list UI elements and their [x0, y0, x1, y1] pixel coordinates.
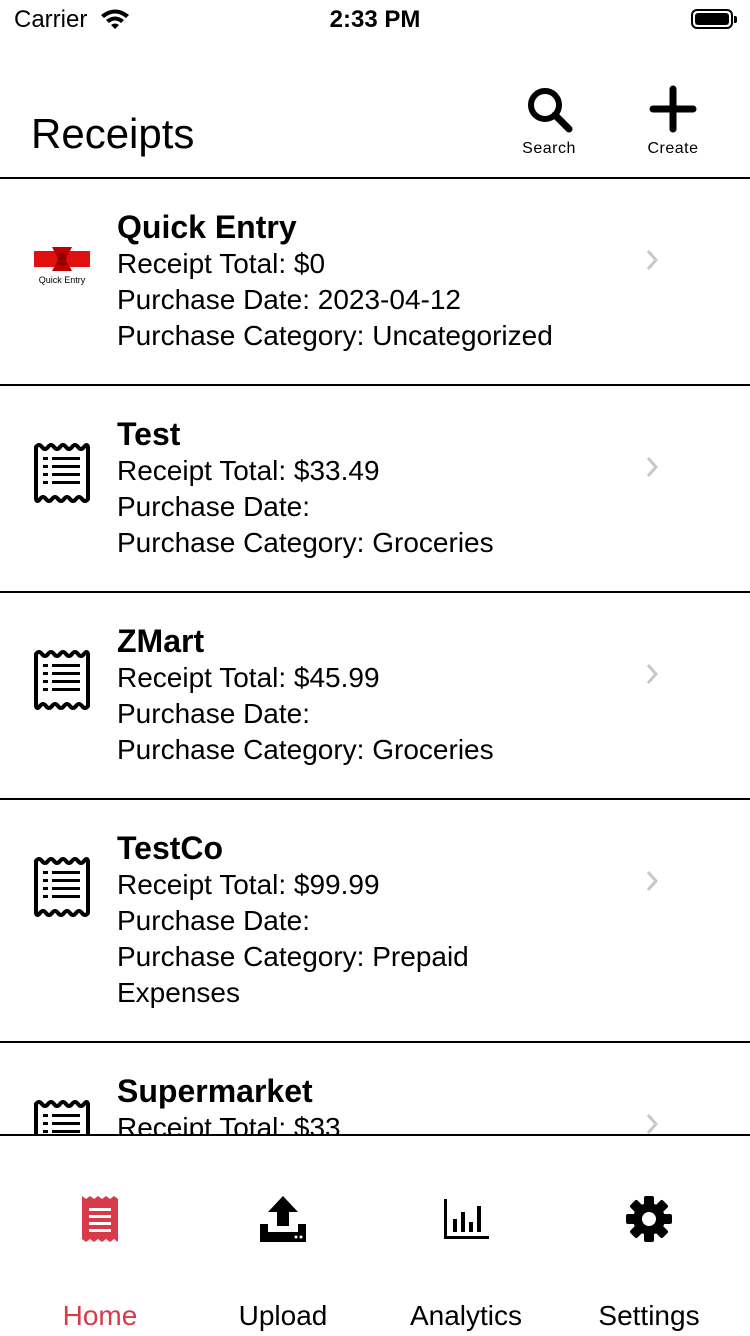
purchase-category: Purchase Category: Groceries [117, 734, 494, 765]
receipt-icon [6, 1194, 194, 1244]
tab-home-label: Home [62, 1300, 138, 1331]
receipt-name: ZMart [117, 623, 205, 659]
gear-icon [555, 1194, 743, 1244]
search-icon [504, 84, 594, 134]
chevron-right-icon [646, 871, 659, 891]
receipt-icon [34, 1100, 90, 1135]
receipt-total: Receipt Total: $33.49 [117, 455, 380, 486]
create-label: Create [647, 140, 699, 157]
search-button[interactable]: Search [504, 84, 594, 164]
receipt-row-zmart[interactable]: ZMart Receipt Total: $45.99 Purchase Dat… [0, 593, 750, 800]
receipt-total: Receipt Total: $45.99 [117, 662, 380, 693]
purchase-category: Purchase Category: Groceries [117, 527, 494, 558]
receipt-total: Receipt Total: $33 [117, 1112, 341, 1135]
chevron-right-icon [646, 1114, 659, 1134]
tab-upload-label: Upload [238, 1300, 328, 1331]
navigation-bar: Receipts Search Create [0, 44, 750, 179]
tab-settings[interactable]: Settings [555, 1136, 743, 1336]
clock: 2:33 PM [329, 6, 421, 33]
page-title: Receipts [31, 110, 195, 157]
receipt-row-supermarket[interactable]: Supermarket Receipt Total: $33 [0, 1043, 750, 1135]
purchase-category: Purchase Category: Prepaid Expenses [117, 941, 469, 1008]
search-label: Search [522, 140, 576, 157]
tab-home[interactable]: Home [6, 1136, 194, 1336]
receipt-list[interactable]: Quick Entry Quick Entry Receipt Total: $… [0, 179, 750, 1135]
receipt-row-testco[interactable]: TestCo Receipt Total: $99.99 Purchase Da… [0, 800, 750, 1043]
upload-icon [189, 1194, 377, 1244]
tab-analytics-label: Analytics [409, 1300, 523, 1331]
receipt-icon [34, 857, 90, 917]
purchase-date: Purchase Date: 2023-04-12 [117, 284, 461, 315]
receipt-total: Receipt Total: $99.99 [117, 869, 380, 900]
status-bar: Carrier 2:33 PM [0, 0, 750, 44]
receipt-name: Test [117, 416, 181, 452]
battery-icon [691, 9, 737, 29]
purchase-category: Purchase Category: Uncategorized [117, 320, 553, 351]
chevron-right-icon [646, 250, 659, 270]
purchase-date: Purchase Date: [117, 491, 310, 522]
receipt-row-test[interactable]: Test Receipt Total: $33.49 Purchase Date… [0, 386, 750, 593]
tab-upload[interactable]: Upload [189, 1136, 377, 1336]
receipt-name: Supermarket [117, 1073, 313, 1109]
receipt-icon [34, 443, 90, 503]
receipt-icon [34, 650, 90, 710]
receipt-name: TestCo [117, 830, 224, 866]
analytics-icon [372, 1194, 560, 1244]
quick-entry-logo-text: Quick Entry [38, 275, 86, 285]
tab-bar: Home Upload Analytics Settings [0, 1134, 750, 1334]
create-button[interactable]: Create [628, 84, 718, 164]
receipt-row-quick-entry[interactable]: Quick Entry Quick Entry Receipt Total: $… [0, 179, 750, 386]
receipt-total: Receipt Total: $0 [117, 248, 326, 279]
purchase-date: Purchase Date: [117, 698, 310, 729]
plus-icon [628, 84, 718, 134]
tab-analytics[interactable]: Analytics [372, 1136, 560, 1336]
quick-entry-logo: Quick Entry [30, 245, 94, 295]
purchase-date: Purchase Date: [117, 905, 310, 936]
receipt-name: Quick Entry [117, 209, 297, 245]
chevron-right-icon [646, 664, 659, 684]
tab-settings-label: Settings [598, 1300, 700, 1331]
chevron-right-icon [646, 457, 659, 477]
